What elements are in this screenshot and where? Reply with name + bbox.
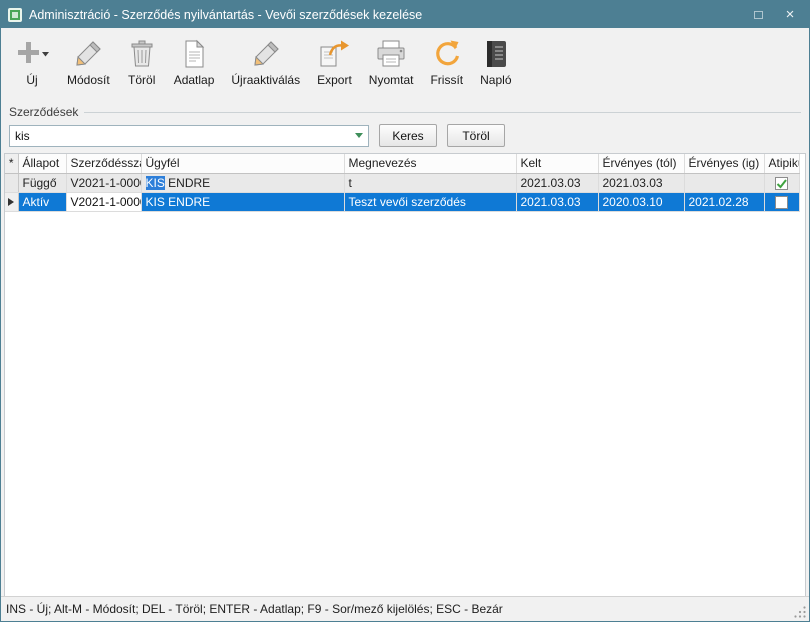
printer-icon — [375, 35, 407, 73]
trash-icon — [127, 35, 157, 73]
group-divider — [84, 112, 801, 113]
column-header-megnevezes[interactable]: Megnevezés — [344, 154, 516, 173]
document-icon — [179, 35, 209, 73]
search-button[interactable]: Keres — [379, 124, 437, 147]
new-button[interactable]: Új — [9, 33, 55, 88]
maximize-icon — [754, 11, 763, 19]
cell-megnevezes[interactable]: t — [344, 173, 516, 192]
pencil-icon — [251, 35, 281, 73]
log-button-label: Napló — [480, 73, 511, 87]
datasheet-button-label: Adatlap — [174, 73, 215, 87]
column-header-indicator[interactable]: * — [5, 154, 18, 173]
export-icon — [318, 35, 351, 73]
refresh-button-label: Frissít — [430, 73, 463, 87]
cell-kelt[interactable]: 2021.03.03 — [516, 192, 598, 211]
reactivate-button-label: Újraaktiválás — [231, 73, 300, 87]
pencil-icon — [73, 35, 103, 73]
cell-szerzodesszam[interactable]: V2021-1-000009 — [66, 173, 141, 192]
plus-icon — [14, 35, 50, 73]
chevron-down-icon — [355, 133, 363, 138]
row-indicator-cell[interactable] — [5, 192, 18, 211]
new-button-label: Új — [26, 73, 37, 87]
cell-ugyfel[interactable]: KIS ENDRE — [141, 192, 344, 211]
maximize-button[interactable] — [742, 4, 774, 25]
window-title: Adminisztráció - Szerződés nyilvántartás… — [29, 8, 742, 22]
modify-button-label: Módosít — [67, 73, 110, 87]
delete-button[interactable]: Töröl — [122, 33, 162, 88]
print-button-label: Nyomtat — [369, 73, 414, 87]
log-button[interactable]: Napló — [475, 33, 516, 88]
combo-dropdown-button[interactable] — [350, 126, 368, 146]
search-input[interactable]: kis — [10, 129, 350, 143]
refresh-button[interactable]: Frissít — [425, 33, 468, 88]
app-icon — [7, 7, 23, 23]
clear-button[interactable]: Töröl — [447, 124, 505, 147]
statusbar: INS - Új; Alt-M - Módosít; DEL - Töröl; … — [1, 596, 809, 621]
group-label: Szerződések — [9, 105, 78, 119]
close-icon: × — [786, 7, 795, 22]
ugyfel-rest: ENDRE — [165, 176, 210, 190]
row-indicator-cell[interactable] — [5, 173, 18, 192]
search-match-highlight: KIS — [146, 176, 165, 190]
delete-button-label: Töröl — [128, 73, 155, 87]
app-window: Adminisztráció - Szerződés nyilvántartás… — [0, 0, 810, 622]
atipikus-checkbox-checked[interactable] — [775, 177, 788, 190]
modify-button[interactable]: Módosít — [62, 33, 115, 88]
cell-megnevezes[interactable]: Teszt vevői szerződés — [344, 192, 516, 211]
column-header-allapot[interactable]: Állapot — [18, 154, 66, 173]
titlebar: Adminisztráció - Szerződés nyilvántartás… — [1, 1, 809, 28]
contracts-table: * Állapot Szerződésszám Ügyfél Megnevezé… — [5, 154, 800, 212]
column-header-kelt[interactable]: Kelt — [516, 154, 598, 173]
datasheet-button[interactable]: Adatlap — [169, 33, 220, 88]
cell-allapot[interactable]: Függő — [18, 173, 66, 192]
cell-szerzodesszam-focused[interactable]: V2021-1-000010 — [66, 192, 141, 211]
resize-grip[interactable] — [794, 606, 807, 619]
print-button[interactable]: Nyomtat — [364, 33, 419, 88]
cell-kelt[interactable]: 2021.03.03 — [516, 173, 598, 192]
table-row-selected[interactable]: Aktív V2021-1-000010 KIS ENDRE Teszt vev… — [5, 192, 799, 211]
cell-atipikus[interactable] — [764, 173, 799, 192]
journal-icon — [482, 35, 510, 73]
close-button[interactable]: × — [774, 4, 806, 25]
cell-allapot[interactable]: Aktív — [18, 192, 66, 211]
column-header-ervenyes-tol[interactable]: Érvényes (tól) — [598, 154, 684, 173]
cell-ervenyes-tol[interactable]: 2020.03.10 — [598, 192, 684, 211]
search-row: kis Keres Töröl — [1, 120, 809, 153]
toolbar: Új Módosít — [1, 28, 809, 102]
search-combobox[interactable]: kis — [9, 125, 369, 147]
column-header-atipikus[interactable]: Atipiku — [764, 154, 799, 173]
table-row[interactable]: Függő V2021-1-000009 KIS ENDRE t 2021.03… — [5, 173, 799, 192]
reactivate-button[interactable]: Újraaktiválás — [226, 33, 305, 88]
column-header-ervenyes-ig[interactable]: Érvényes (ig) — [684, 154, 764, 173]
atipikus-checkbox-unchecked[interactable] — [775, 196, 788, 209]
cell-ugyfel[interactable]: KIS ENDRE — [141, 173, 344, 192]
cell-atipikus[interactable] — [764, 192, 799, 211]
export-button[interactable]: Export — [312, 33, 357, 88]
cell-ervenyes-tol[interactable]: 2021.03.03 — [598, 173, 684, 192]
column-header-szerzodesszam[interactable]: Szerződésszám — [66, 154, 141, 173]
header-row: * Állapot Szerződésszám Ügyfél Megnevezé… — [5, 154, 799, 173]
refresh-icon — [432, 35, 462, 73]
cell-ervenyes-ig[interactable] — [684, 173, 764, 192]
current-row-arrow-icon — [8, 198, 14, 206]
contracts-grid: * Állapot Szerződésszám Ügyfél Megnevezé… — [4, 153, 806, 596]
group-header: Szerződések — [1, 102, 809, 120]
cell-ervenyes-ig[interactable]: 2021.02.28 — [684, 192, 764, 211]
column-header-ugyfel[interactable]: Ügyfél — [141, 154, 344, 173]
statusbar-hint-text: INS - Új; Alt-M - Módosít; DEL - Töröl; … — [6, 602, 503, 616]
export-button-label: Export — [317, 73, 352, 87]
